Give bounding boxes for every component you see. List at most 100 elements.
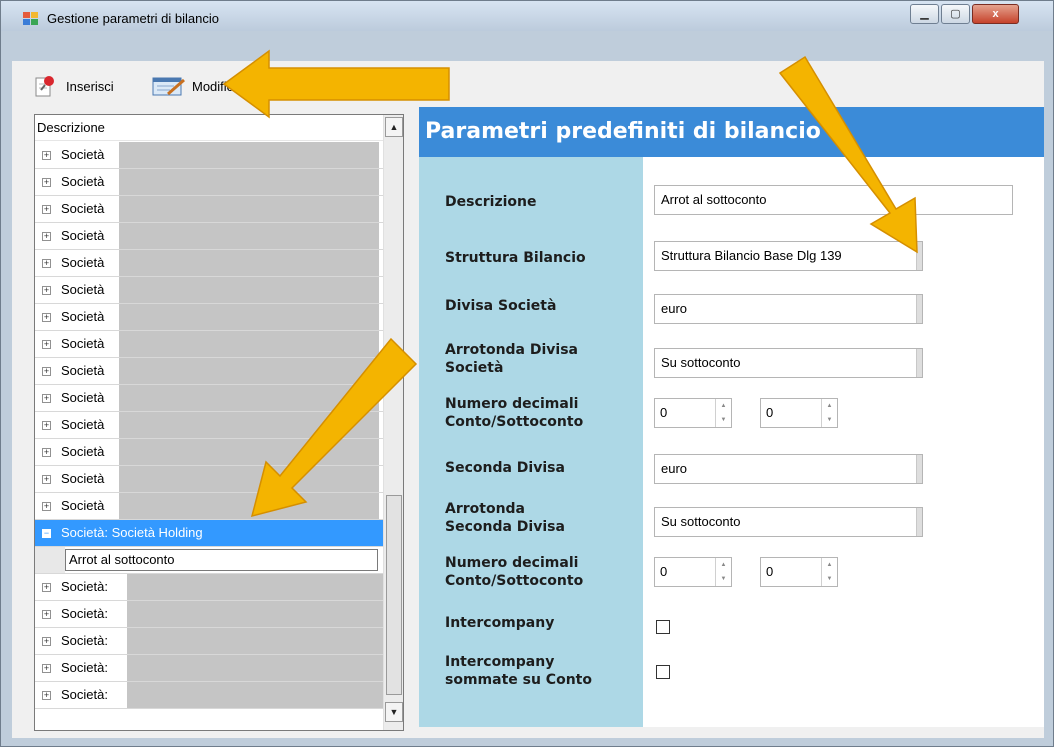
- expand-icon[interactable]: +: [42, 205, 51, 214]
- combo-dropdown-button[interactable]: [916, 242, 922, 270]
- tree-item-label: Società: [61, 228, 105, 243]
- spinner-value: 0: [766, 405, 774, 420]
- tree-item-label: Società: [61, 309, 105, 324]
- close-button[interactable]: x: [972, 4, 1019, 24]
- expand-icon[interactable]: +: [42, 151, 51, 160]
- decimali-sottoconto-spinner-1[interactable]: 0 ▲ ▼: [760, 398, 838, 428]
- scroll-up-button[interactable]: ▲: [385, 117, 403, 137]
- tree-item[interactable]: + Società: [35, 385, 383, 412]
- row-divider: [35, 708, 383, 709]
- expand-icon[interactable]: +: [42, 394, 51, 403]
- intercompany-label: Intercompany: [445, 615, 555, 631]
- minimize-button[interactable]: ▁: [910, 4, 939, 24]
- child-item-label[interactable]: Arrot al sottoconto: [65, 549, 378, 571]
- tree-item[interactable]: + Società: [35, 250, 383, 277]
- struttura-combobox[interactable]: Struttura Bilancio Base Dlg 139: [654, 241, 923, 271]
- expand-icon[interactable]: +: [42, 691, 51, 700]
- intercompany-checkbox[interactable]: [656, 620, 670, 634]
- tree-child-item[interactable]: Arrot al sottoconto: [35, 547, 383, 574]
- expand-icon[interactable]: +: [42, 286, 51, 295]
- combo-dropdown-button[interactable]: [916, 508, 922, 536]
- tree-item[interactable]: + Società:: [35, 574, 387, 601]
- tree-item[interactable]: + Società: [35, 277, 383, 304]
- tree-item[interactable]: + Società:: [35, 655, 387, 682]
- spin-up-icon[interactable]: ▲: [822, 399, 837, 413]
- expand-icon[interactable]: +: [42, 232, 51, 241]
- spin-down-icon[interactable]: ▼: [716, 413, 731, 427]
- spinner-buttons[interactable]: ▲ ▼: [715, 558, 731, 586]
- spinner-value: 0: [660, 564, 668, 579]
- title-bar[interactable]: Gestione parametri di bilancio ▁ ▢ x: [1, 1, 1053, 31]
- tree-item[interactable]: + Società:: [35, 628, 387, 655]
- tree-item[interactable]: + Società: [35, 331, 383, 358]
- arrotonda-seconda-combobox[interactable]: Su sottoconto: [654, 507, 923, 537]
- scroll-thumb[interactable]: [386, 495, 402, 695]
- spinner-buttons[interactable]: ▲ ▼: [821, 558, 837, 586]
- expand-icon[interactable]: +: [42, 259, 51, 268]
- decimali-conto-spinner-1[interactable]: 0 ▲ ▼: [654, 398, 732, 428]
- tree-item[interactable]: + Società: [35, 358, 383, 385]
- scroll-down-button[interactable]: ▼: [385, 702, 403, 722]
- tree-item-selected[interactable]: − Società: Società Holding: [35, 520, 383, 547]
- tree-item[interactable]: + Società:: [35, 682, 387, 709]
- expand-icon[interactable]: +: [42, 502, 51, 511]
- tree-item[interactable]: + Società: [35, 493, 383, 520]
- tree-item[interactable]: + Società: [35, 142, 383, 169]
- spinner-value: 0: [660, 405, 668, 420]
- tree-item[interactable]: + Società: [35, 439, 383, 466]
- tree-item[interactable]: + Società: [35, 304, 383, 331]
- tree-item-label: Società:: [61, 579, 108, 594]
- expand-icon[interactable]: +: [42, 637, 51, 646]
- insert-button[interactable]: Inserisci: [34, 73, 144, 99]
- modify-button[interactable]: Modifica: [152, 73, 262, 99]
- label-line: Conto/Sottoconto: [445, 414, 584, 430]
- parameters-panel: Parametri predefiniti di bilancio Descri…: [419, 107, 1044, 727]
- parameters-tree[interactable]: Descrizione + Società + Società + Società + Soc…: [34, 114, 404, 731]
- app-icon: [23, 12, 39, 26]
- spin-down-icon[interactable]: ▼: [822, 413, 837, 427]
- tree-item[interactable]: + Società: [35, 169, 383, 196]
- label-column: [419, 157, 643, 727]
- redacted-block: [127, 574, 387, 601]
- arrotonda-divisa-combobox[interactable]: Su sottoconto: [654, 348, 923, 378]
- tree-item[interactable]: + Società:: [35, 601, 387, 628]
- expand-icon[interactable]: +: [42, 313, 51, 322]
- combo-dropdown-button[interactable]: [916, 349, 922, 377]
- tree-column-header[interactable]: Descrizione: [35, 115, 383, 141]
- expand-icon[interactable]: +: [42, 421, 51, 430]
- expand-icon[interactable]: +: [42, 475, 51, 484]
- spin-up-icon[interactable]: ▲: [716, 558, 731, 572]
- maximize-button[interactable]: ▢: [941, 4, 970, 24]
- expand-icon[interactable]: +: [42, 367, 51, 376]
- tree-item[interactable]: + Società: [35, 223, 383, 250]
- tree-item[interactable]: + Società: [35, 466, 383, 493]
- pushpin-icon: [34, 74, 58, 98]
- panel-title: Parametri predefiniti di bilancio: [419, 107, 1044, 157]
- intercompany-conto-checkbox[interactable]: [656, 665, 670, 679]
- spin-up-icon[interactable]: ▲: [716, 399, 731, 413]
- expand-icon[interactable]: +: [42, 583, 51, 592]
- tree-item[interactable]: + Società: [35, 412, 383, 439]
- spinner-buttons[interactable]: ▲ ▼: [821, 399, 837, 427]
- expand-icon[interactable]: +: [42, 340, 51, 349]
- seconda-divisa-combobox[interactable]: euro: [654, 454, 923, 484]
- expand-icon[interactable]: +: [42, 610, 51, 619]
- collapse-icon[interactable]: −: [42, 529, 51, 538]
- spinner-buttons[interactable]: ▲ ▼: [715, 399, 731, 427]
- spin-down-icon[interactable]: ▼: [822, 572, 837, 586]
- spin-up-icon[interactable]: ▲: [822, 558, 837, 572]
- app-window: Gestione parametri di bilancio ▁ ▢ x Ins…: [0, 0, 1054, 747]
- expand-icon[interactable]: +: [42, 178, 51, 187]
- expand-icon[interactable]: +: [42, 664, 51, 673]
- tree-item[interactable]: + Società: [35, 196, 383, 223]
- tree-item-label: Società: [61, 498, 105, 513]
- divisa-combobox[interactable]: euro: [654, 294, 923, 324]
- spin-down-icon[interactable]: ▼: [716, 572, 731, 586]
- decimali-sottoconto-spinner-2[interactable]: 0 ▲ ▼: [760, 557, 838, 587]
- combo-dropdown-button[interactable]: [916, 295, 922, 323]
- tree-vertical-scrollbar[interactable]: ▲ ▼: [383, 115, 403, 730]
- decimali-conto-spinner-2[interactable]: 0 ▲ ▼: [654, 557, 732, 587]
- expand-icon[interactable]: +: [42, 448, 51, 457]
- combo-dropdown-button[interactable]: [916, 455, 922, 483]
- descrizione-input[interactable]: Arrot al sottoconto: [654, 185, 1013, 215]
